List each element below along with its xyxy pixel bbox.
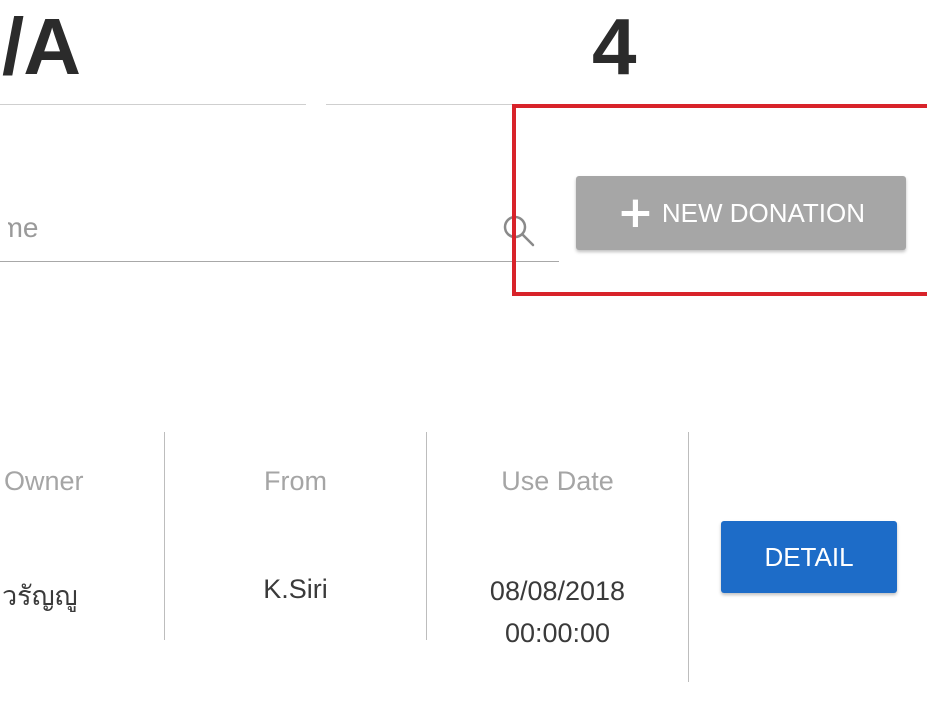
cell-use-date: 08/08/2018 00:00:00 — [427, 570, 688, 654]
search-underline — [0, 261, 559, 262]
column-divider — [688, 432, 689, 682]
cell-from: K.Siri — [263, 574, 328, 604]
stat-value-left: /A — [2, 2, 81, 91]
stat-divider-right — [326, 104, 516, 105]
cell-owner: วรัญญู — [2, 581, 78, 611]
column-header-from: From — [264, 466, 327, 496]
cell-use-date-day: 08/08/2018 — [489, 576, 626, 606]
column-header-use-date: Use Date — [501, 466, 614, 496]
column-header-owner: Owner — [4, 466, 84, 496]
detail-button[interactable]: DETAIL — [721, 521, 897, 593]
column-divider — [164, 432, 165, 640]
search-input[interactable] — [0, 196, 498, 260]
cell-use-date-time: 00:00:00 — [504, 618, 611, 648]
stat-divider-left — [0, 104, 306, 105]
new-donation-button[interactable]: + NEW DONATION — [576, 176, 906, 250]
new-donation-label: NEW DONATION — [661, 197, 866, 228]
search-field — [0, 196, 559, 262]
stat-value-right: 4 — [592, 2, 636, 91]
donation-page: /A 4 + NEW DONATION Owner From Use Date … — [0, 0, 927, 712]
plus-icon: + — [616, 187, 654, 238]
